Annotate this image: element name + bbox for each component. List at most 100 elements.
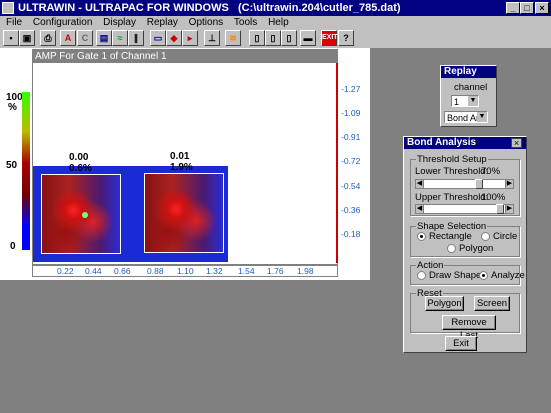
save-icon[interactable]: ▪ [3,30,19,46]
sensor1-icon[interactable]: ▯ [249,30,265,46]
lower-threshold-value: 70% [481,166,501,177]
menu-configuration[interactable]: Configuration [33,17,92,28]
upper-threshold-slider[interactable]: ◀ ▶ [415,204,514,214]
y-tick: -0.54 [341,181,361,191]
polygon-radio[interactable] [447,244,456,253]
replay-title: Replay [441,66,496,78]
hot-spot [82,212,88,218]
wave-icon[interactable]: ≈ [112,30,128,46]
close-icon[interactable]: × [511,138,522,148]
channel-value: 1 [454,97,460,107]
scale-unit-label: % [8,102,17,113]
arrow-right-icon[interactable]: ▶ [505,179,514,189]
draw-shape-radio[interactable] [417,271,426,280]
slider-thumb[interactable] [496,204,504,214]
lower-threshold-slider[interactable]: ◀ ▶ [415,179,514,189]
circle-radio[interactable] [481,232,490,241]
menu-bar: File Configuration Display Replay Option… [0,16,551,30]
scale-mid-label: 50 [6,160,18,171]
open-icon[interactable]: ▣ [19,30,35,46]
arrow-right-icon[interactable]: ▶ [505,204,514,214]
title-bar: ULTRAWIN - ULTRAPAC FOR WINDOWS (C:\ultr… [0,0,551,16]
draw-shape-label: Draw Shape [429,270,482,281]
x-tick: 1.54 [238,266,255,276]
channel-select[interactable]: 1 ▼ [451,95,479,107]
minimize-button[interactable]: _ [506,2,520,14]
bond-analysis-title: Bond Analysis [404,137,526,149]
shape1-value: 0.00 [69,152,89,163]
menu-display[interactable]: Display [103,17,136,28]
menu-file[interactable]: File [6,17,22,28]
app-icon [2,2,14,14]
threshold-setup-label: Threshold Setup [416,154,488,165]
arrow-left-icon[interactable]: ◀ [415,179,424,189]
channel-label: channel [454,82,488,93]
shape-rectangle-2[interactable] [144,173,224,253]
x-tick: 1.76 [267,266,284,276]
remove-last-button[interactable]: Remove Last [442,315,496,341]
x-tick: 0.22 [57,266,74,276]
analyze-radio[interactable] [479,271,488,280]
polygon-reset-button[interactable]: Polygon [425,296,464,311]
rainbow-icon[interactable]: ≋ [225,30,241,46]
rectangle-radio[interactable] [417,232,426,241]
toolbar: ▪ ▣ ⎙ A C ▤ ≈ ∥ ▭ ◆ ▸ ⊥ ≋ ▯ ▯ ▯ ▬ EXIT ? [0,30,551,48]
x-tick: 0.88 [147,266,164,276]
shape-rectangle-1[interactable] [41,174,121,254]
x-tick: 1.98 [297,266,314,276]
screen-reset-button[interactable]: Screen [474,296,510,311]
rectangle-label: Rectangle [429,231,472,242]
menu-replay[interactable]: Replay [147,17,178,28]
y-tick: -1.27 [341,84,361,94]
menu-tools[interactable]: Tools [234,17,257,28]
color-scale-bar [22,92,30,250]
plot-header: AMP For Gate 1 of Channel 1 [33,50,337,63]
x-tick: 0.44 [85,266,102,276]
y-axis-line [336,63,338,263]
c-button-icon[interactable]: C [77,30,93,46]
play-icon[interactable]: ▸ [182,30,198,46]
record-icon[interactable]: ◆ [166,30,182,46]
sensor3-icon[interactable]: ▯ [281,30,297,46]
mode-value: Bond An [447,113,482,123]
x-tick: 0.66 [114,266,131,276]
upper-threshold-value: 100% [481,192,506,203]
y-tick: -0.72 [341,156,361,166]
slider-thumb[interactable] [474,179,483,189]
sensor2-icon[interactable]: ▯ [265,30,281,46]
arrow-left-icon[interactable]: ◀ [415,204,424,214]
cassette-icon[interactable]: ▬ [300,30,316,46]
mode-select[interactable]: Bond An ▼ [444,111,488,123]
c-scan-image[interactable] [33,166,228,262]
x-tick: 1.10 [177,266,194,276]
close-button[interactable]: × [535,2,549,14]
print-icon[interactable]: ⎙ [40,30,56,46]
menu-help[interactable]: Help [268,17,289,28]
shape2-pct: 1.9% [170,162,193,173]
replay-panel: Replay channel 1 ▼ Bond An ▼ [440,65,497,127]
probe-icon[interactable]: ∥ [128,30,144,46]
polygon-label: Polygon [459,243,494,254]
shape1-pct: 0.6% [69,163,92,174]
bond-analysis-dialog: Bond Analysis × Threshold Setup Lower Th… [403,136,527,353]
menu-options[interactable]: Options [189,17,223,28]
x-tick: 1.32 [206,266,223,276]
scan-icon[interactable]: ▤ [96,30,112,46]
y-tick: -0.18 [341,229,361,239]
file-path: (C:\ultrawin.204\cutler_785.dat) [237,2,401,14]
y-tick: -1.09 [341,108,361,118]
scale-bottom-label: 0 [10,241,16,252]
exit-icon[interactable]: EXIT [321,30,338,46]
monitor-icon[interactable]: ▭ [150,30,166,46]
circle-label: Circle [493,231,518,242]
a-button-icon[interactable]: A [60,30,76,46]
gate-icon[interactable]: ⊥ [204,30,220,46]
exit-button[interactable]: Exit [445,336,477,351]
maximize-button[interactable]: □ [520,2,534,14]
help-icon[interactable]: ? [338,30,354,46]
lower-threshold-label: Lower Threshold: [415,166,489,177]
app-title: ULTRAWIN - ULTRAPAC FOR WINDOWS [18,2,229,14]
chevron-down-icon[interactable]: ▼ [477,112,487,122]
chevron-down-icon[interactable]: ▼ [468,96,478,106]
y-tick: -0.91 [341,132,361,142]
